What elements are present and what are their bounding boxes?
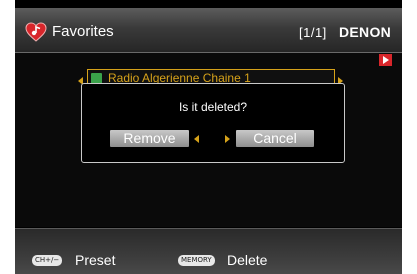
dialog-message: Is it deleted? bbox=[178, 100, 248, 114]
favorite-heart-icon bbox=[25, 22, 47, 42]
page-counter: [1/1] bbox=[299, 25, 327, 40]
cancel-button[interactable]: Cancel bbox=[236, 130, 314, 147]
ch-key-badge: CH+/− bbox=[32, 255, 63, 266]
page-title: Favorites bbox=[52, 23, 114, 40]
remove-button[interactable]: Remove bbox=[110, 130, 189, 147]
delete-confirm-dialog: Is it deleted? Remove Cancel bbox=[81, 83, 345, 163]
brand-logo: DENON bbox=[339, 24, 392, 40]
right-arrow-icon bbox=[225, 135, 230, 143]
left-arrow-icon bbox=[194, 135, 199, 143]
header-bar: Favorites [1/1] DENON bbox=[15, 8, 402, 53]
tv-screen: Favorites [1/1] DENON Radio Algerienne C… bbox=[15, 0, 402, 274]
memory-key-badge: MEMORY bbox=[178, 255, 215, 266]
next-page-icon[interactable] bbox=[379, 54, 392, 66]
delete-hint: Delete bbox=[227, 252, 268, 268]
preset-hint: Preset bbox=[75, 252, 116, 268]
footer-bar: CH+/− Preset MEMORY Delete bbox=[15, 228, 402, 274]
